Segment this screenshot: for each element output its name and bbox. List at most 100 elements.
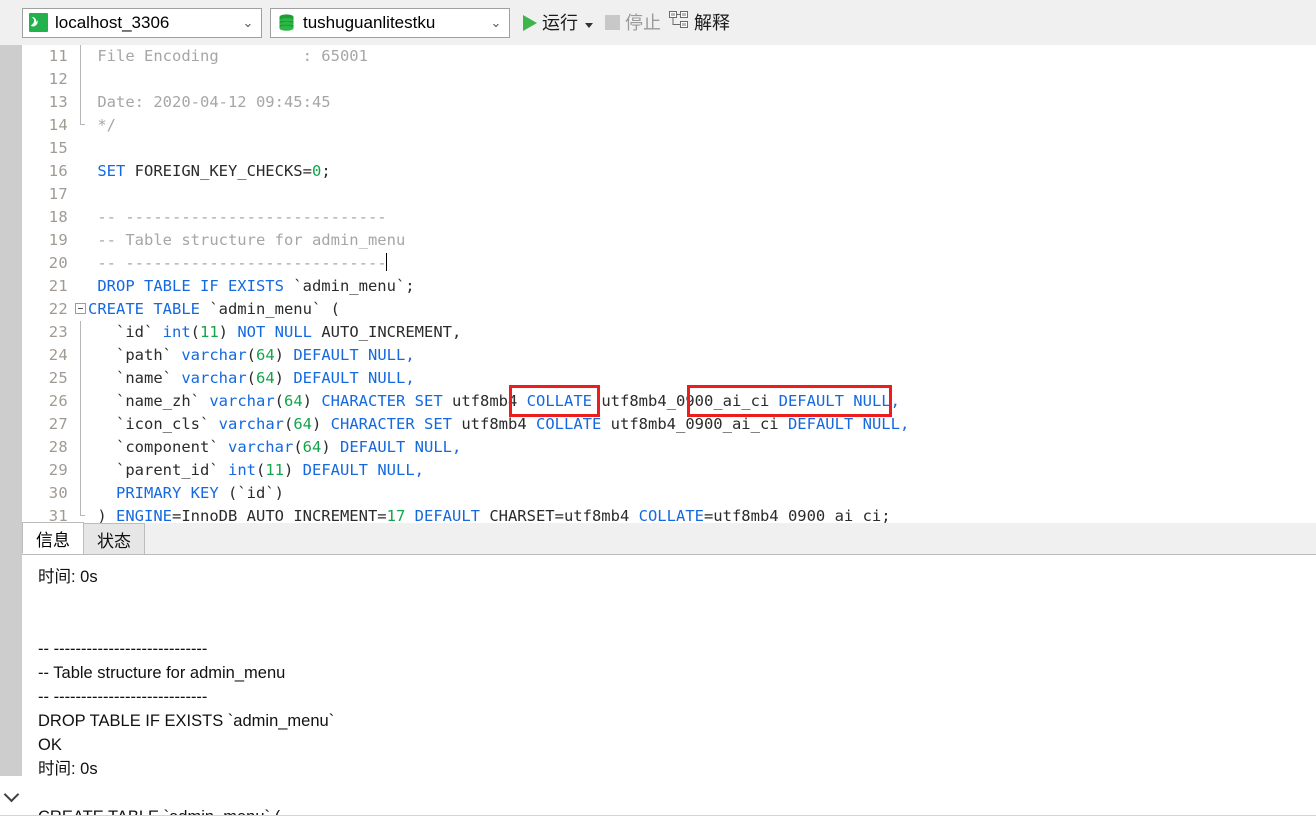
chevron-down-icon[interactable]: ⌄ <box>487 16 505 29</box>
run-dropdown-arrow-icon[interactable] <box>585 23 593 28</box>
fold-guide-line <box>80 482 81 505</box>
code-line[interactable]: 30 PRIMARY KEY (`id`) <box>22 482 1316 505</box>
connection-name: localhost_3306 <box>55 12 170 32</box>
fold-gutter[interactable] <box>74 68 88 91</box>
code-text: PRIMARY KEY (`id`) <box>116 484 284 502</box>
code-text: ) ENGINE=InnoDB AUTO_INCREMENT=17 DEFAUL… <box>88 507 891 523</box>
code-line[interactable]: 13 Date: 2020-04-12 09:45:45 <box>22 91 1316 114</box>
fold-guide-line <box>80 413 81 436</box>
result-panel: 信息 状态 时间: 0s -- -------------------------… <box>0 522 1316 816</box>
toolbar-left-edge <box>0 0 22 45</box>
tab-status[interactable]: 状态 <box>83 523 145 554</box>
code-text: -- ---------------------------- <box>88 253 387 272</box>
fold-gutter[interactable] <box>74 298 88 321</box>
navicat-query-window: localhost_3306 ⌄ tushuguanlitestku ⌄ 运行 … <box>0 0 1316 816</box>
code-line[interactable]: 11 File Encoding : 65001 <box>22 45 1316 68</box>
line-number: 31 <box>48 507 68 523</box>
code-line[interactable]: 24 `path` varchar(64) DEFAULT NULL, <box>22 344 1316 367</box>
fold-guide-line <box>80 390 81 413</box>
code-line[interactable]: 29 `parent_id` int(11) DEFAULT NULL, <box>22 459 1316 482</box>
code-line[interactable]: 12 <box>22 68 1316 91</box>
code-line[interactable]: 16 SET FOREIGN_KEY_CHECKS=0; <box>22 160 1316 183</box>
fold-collapse-icon[interactable] <box>75 303 86 314</box>
fold-guide-line <box>80 436 81 459</box>
database-name: tushuguanlitestku <box>303 12 436 32</box>
run-button[interactable]: 运行 <box>518 7 600 39</box>
fold-gutter[interactable] <box>74 137 88 160</box>
line-number: 15 <box>48 139 68 157</box>
code-line[interactable]: 14 */ <box>22 114 1316 137</box>
code-text: `icon_cls` varchar(64) CHARACTER SET utf… <box>88 415 910 433</box>
line-number: 28 <box>48 438 68 456</box>
database-cylinder-icon <box>277 13 296 33</box>
code-line[interactable]: 28 `component` varchar(64) DEFAULT NULL, <box>22 436 1316 459</box>
code-text: `id` int(11) NOT NULL AUTO_INCREMENT, <box>88 323 462 341</box>
editor-left-edge-strip <box>0 45 22 523</box>
fold-gutter[interactable] <box>74 160 88 183</box>
message-output[interactable]: 时间: 0s -- ---------------------------- -… <box>22 555 1316 816</box>
tab-label: 状态 <box>97 531 131 551</box>
code-line[interactable]: 15 <box>22 137 1316 160</box>
code-line[interactable]: 25 `name` varchar(64) DEFAULT NULL, <box>22 367 1316 390</box>
line-number: 27 <box>48 415 68 433</box>
fold-gutter[interactable] <box>74 229 88 252</box>
chevron-down-icon <box>3 786 19 802</box>
line-number: 22 <box>48 300 68 318</box>
code-text: `parent_id` int(11) DEFAULT NULL, <box>88 461 424 479</box>
code-line[interactable]: 26 `name_zh` varchar(64) CHARACTER SET u… <box>22 390 1316 413</box>
code-line[interactable]: 23 `id` int(11) NOT NULL AUTO_INCREMENT, <box>22 321 1316 344</box>
code-line[interactable]: 22 CREATE TABLE `admin_menu` ( <box>22 298 1316 321</box>
fold-gutter[interactable] <box>74 252 88 275</box>
line-number: 12 <box>48 70 68 88</box>
code-text: CREATE TABLE `admin_menu` ( <box>88 300 340 318</box>
fold-gutter[interactable] <box>74 436 88 459</box>
fold-gutter[interactable] <box>74 206 88 229</box>
line-number: 23 <box>48 323 68 341</box>
code-line[interactable]: 17 <box>22 183 1316 206</box>
fold-gutter[interactable] <box>74 367 88 390</box>
sql-editor-area: 11 File Encoding : 65001 12 13 Date: 2020-… <box>0 45 1316 523</box>
fold-gutter[interactable] <box>74 321 88 344</box>
fold-guide-line <box>80 459 81 482</box>
code-line[interactable]: 21 DROP TABLE IF EXISTS `admin_menu`; <box>22 275 1316 298</box>
code-line[interactable]: 31 ) ENGINE=InnoDB AUTO_INCREMENT=17 DEF… <box>22 505 1316 523</box>
stop-button[interactable]: 停止 <box>602 7 664 39</box>
line-number: 24 <box>48 346 68 364</box>
fold-gutter[interactable] <box>74 390 88 413</box>
fold-guide-line <box>80 45 81 68</box>
fold-gutter[interactable] <box>74 91 88 114</box>
fold-gutter[interactable] <box>74 482 88 505</box>
fold-guide-line <box>80 321 81 344</box>
fold-gutter[interactable] <box>74 45 88 68</box>
fold-guide-line <box>80 91 81 114</box>
code-line[interactable]: 18 -- ---------------------------- <box>22 206 1316 229</box>
fold-gutter[interactable] <box>74 344 88 367</box>
explain-button[interactable]: 解释 <box>666 7 733 39</box>
line-number: 19 <box>48 231 68 249</box>
connection-dropdown[interactable]: localhost_3306 ⌄ <box>22 7 262 38</box>
chevron-down-icon[interactable]: ⌄ <box>239 16 257 29</box>
code-text: DROP TABLE IF EXISTS `admin_menu`; <box>88 277 415 295</box>
code-text: Date: 2020-04-12 09:45:45 <box>88 93 331 111</box>
code-text: -- ---------------------------- <box>88 208 387 226</box>
fold-gutter[interactable] <box>74 114 88 137</box>
fold-gutter[interactable] <box>74 413 88 436</box>
line-number: 30 <box>48 484 68 502</box>
fold-gutter[interactable] <box>74 459 88 482</box>
play-icon <box>523 14 537 31</box>
code-line[interactable]: 27 `icon_cls` varchar(64) CHARACTER SET … <box>22 413 1316 436</box>
tab-messages[interactable]: 信息 <box>22 522 84 554</box>
sql-code-editor[interactable]: 11 File Encoding : 65001 12 13 Date: 2020-… <box>22 45 1316 523</box>
line-number: 16 <box>48 162 68 180</box>
explain-diagram-icon <box>669 11 689 34</box>
code-text: File Encoding : 65001 <box>88 47 368 65</box>
fold-gutter[interactable] <box>74 183 88 206</box>
code-line[interactable]: 20 -- ---------------------------- <box>22 252 1316 275</box>
fold-gutter[interactable] <box>74 275 88 298</box>
database-dropdown[interactable]: tushuguanlitestku ⌄ <box>270 7 510 38</box>
scroll-down-button[interactable] <box>0 776 22 816</box>
fold-guide-line <box>80 367 81 390</box>
fold-gutter[interactable] <box>74 505 88 523</box>
fold-guide-end <box>80 114 85 125</box>
code-line[interactable]: 19 -- Table structure for admin_menu <box>22 229 1316 252</box>
